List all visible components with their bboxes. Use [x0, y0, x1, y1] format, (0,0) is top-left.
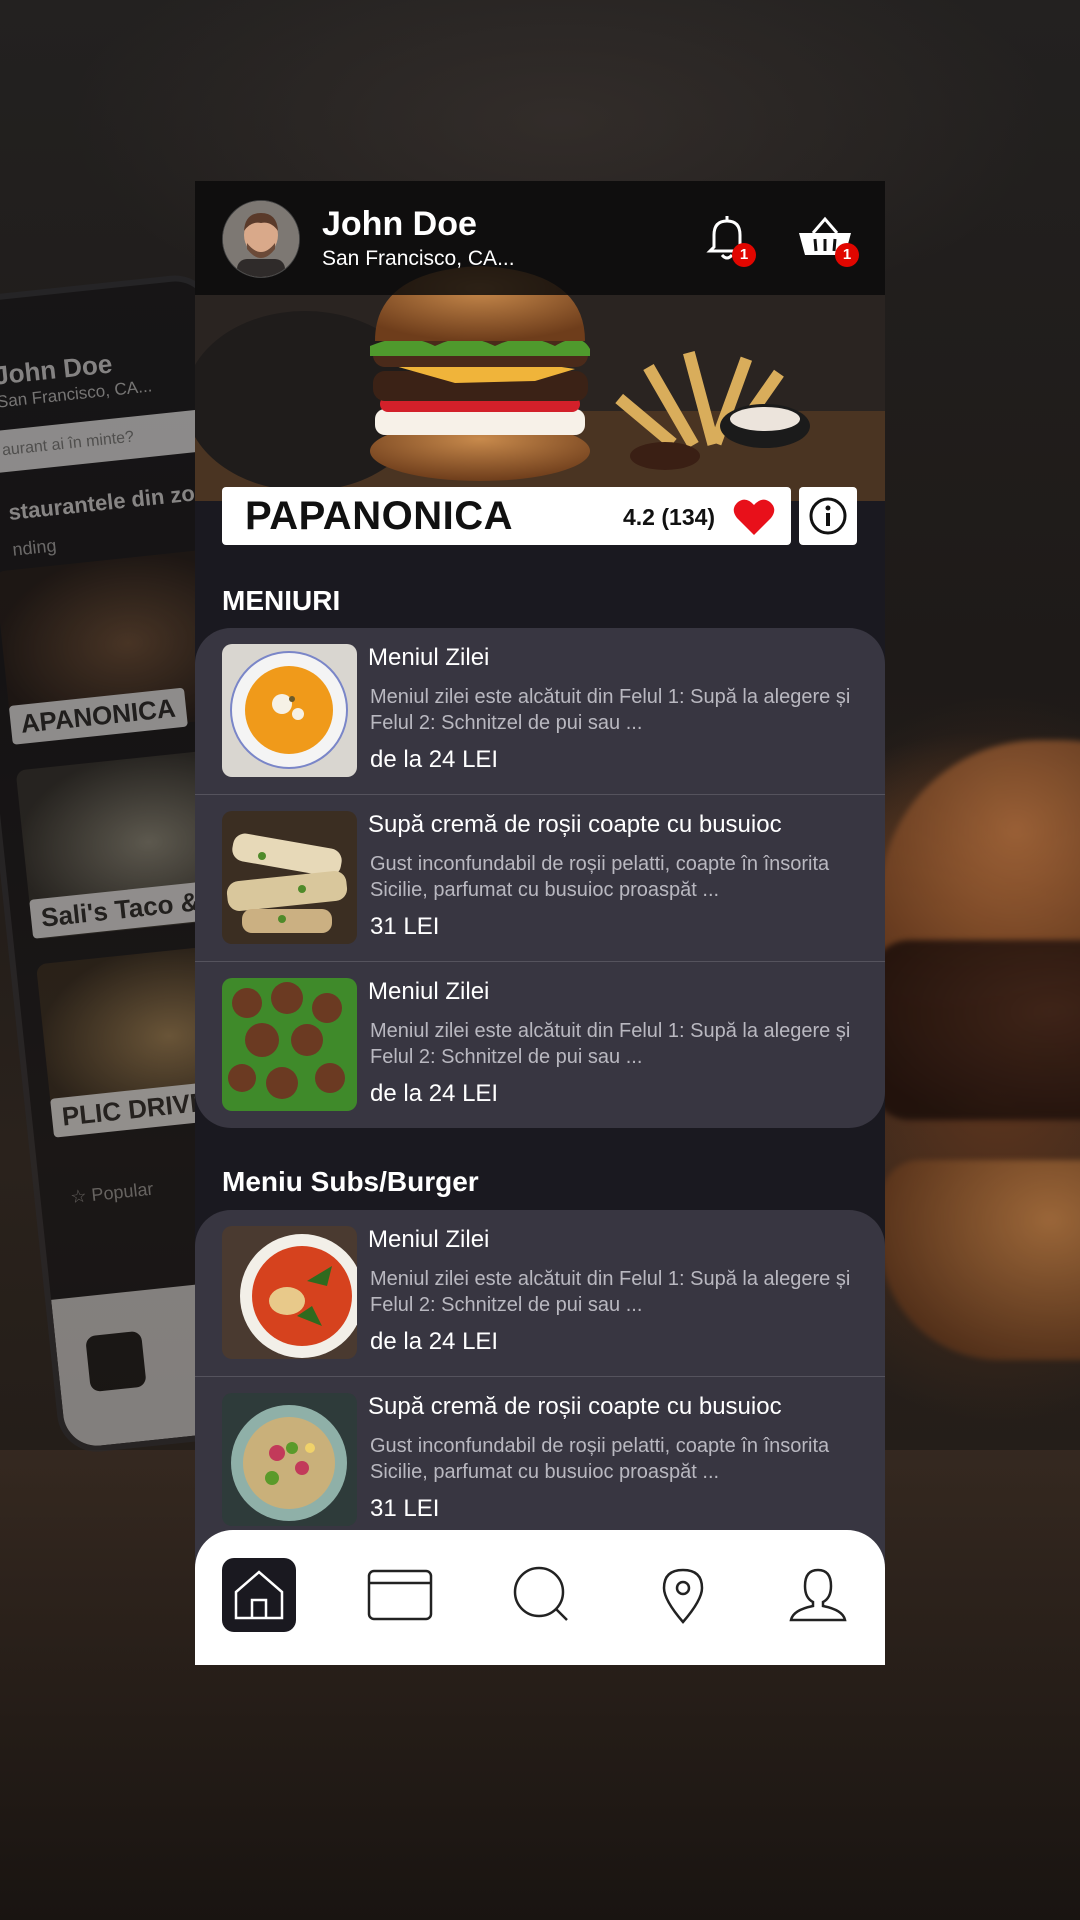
profile-icon — [789, 1568, 847, 1622]
menu-item-price: de la 24 LEI — [370, 746, 499, 773]
location-pin-icon — [662, 1568, 704, 1624]
menu-item-title: Supă cremă de roșii coapte cu busuioc — [368, 811, 782, 838]
menu-item-title: Meniul Zilei — [368, 644, 490, 671]
salad-bowl-image — [222, 1393, 357, 1526]
info-button[interactable] — [799, 487, 857, 545]
menu-item-description: Meniul zilei este alcătuit din Felul 1: … — [370, 1020, 851, 1068]
ghost-popular-label: Popular — [90, 1178, 155, 1206]
bottom-navigation — [195, 1530, 885, 1665]
menu-item-title: Supă cremă de roșii coapte cu busuioc — [368, 1393, 782, 1420]
menu-item[interactable]: Supă cremă de roșii coapte cu busuioc Gu… — [195, 1377, 885, 1544]
meatballs-image — [222, 978, 357, 1111]
nav-profile[interactable] — [781, 1558, 855, 1632]
menu-item[interactable]: Meniul Zilei Meniul zilei este alcătuit … — [195, 628, 885, 795]
menu-item-description: Meniul zilei este alcătuit din Felul 1: … — [370, 686, 851, 734]
top-header: John Doe San Francisco, CA... 1 1 — [195, 181, 885, 295]
menu-card: Meniul Zilei Meniul zilei este alcătuit … — [195, 628, 885, 1128]
menu-item-price: de la 24 LEI — [370, 1328, 499, 1355]
notification-badge: 1 — [732, 243, 756, 267]
salad-bowl-illustration — [222, 1393, 357, 1526]
meatballs-illustration — [222, 978, 357, 1111]
menu-item[interactable]: Meniul Zilei Meniul zilei este alcătuit … — [195, 1210, 885, 1377]
menu-item-title: Meniul Zilei — [368, 978, 490, 1005]
heart-icon — [733, 499, 775, 535]
menu-item[interactable]: Supă cremă de roșii coapte cu busuioc Gu… — [195, 795, 885, 962]
avatar[interactable] — [222, 200, 300, 278]
ghost-trending: nding — [11, 535, 58, 560]
user-location[interactable]: San Francisco, CA... — [322, 247, 515, 271]
section-title-subs-burger: Meniu Subs/Burger — [222, 1166, 479, 1197]
soup-bowl-illustration — [222, 644, 357, 777]
info-icon — [809, 497, 847, 535]
curry-bowl-illustration — [222, 1226, 357, 1359]
ghost-home-icon — [85, 1330, 147, 1393]
notifications-button[interactable]: 1 — [702, 211, 756, 267]
menu-item-title: Meniul Zilei — [368, 1226, 490, 1253]
section-title-meniuri: MENIURI — [222, 585, 341, 616]
user-name: John Doe — [322, 205, 477, 243]
ghost-popular: ☆ Popular — [69, 1178, 155, 1208]
favorite-button[interactable] — [732, 497, 776, 542]
background-burger-patty — [870, 940, 1080, 1120]
menu-item-description: Gust inconfundabil de roșii pelatti, coa… — [370, 1435, 830, 1483]
restaurant-rating: 4.2 (134) — [623, 504, 716, 530]
restaurant-name: PAPANONICA — [245, 494, 513, 538]
home-icon — [234, 1570, 284, 1620]
soup-bowl-image — [222, 644, 357, 777]
grilled-rolls-illustration — [222, 811, 357, 944]
card-icon — [367, 1569, 433, 1621]
cart-button[interactable]: 1 — [795, 211, 859, 267]
cart-badge: 1 — [835, 243, 859, 267]
nav-search[interactable] — [505, 1558, 579, 1632]
menu-item-price: 31 LEI — [370, 1495, 440, 1522]
avatar-illustration — [223, 201, 299, 277]
menu-item-price: 31 LEI — [370, 913, 440, 940]
menu-item-price: de la 24 LEI — [370, 1080, 499, 1107]
menu-item[interactable]: Meniul Zilei Meniul zilei este alcătuit … — [195, 962, 885, 1129]
grilled-rolls-image — [222, 811, 357, 944]
phone-screen: John Doe San Francisco, CA... 1 1 PAPANO… — [195, 181, 885, 1665]
menu-item-description: Meniul zilei este alcătuit din Felul 1: … — [370, 1268, 851, 1316]
curry-bowl-image — [222, 1226, 357, 1359]
nav-location[interactable] — [646, 1558, 720, 1632]
restaurant-name-bar: PAPANONICA 4.2 (134) — [222, 487, 791, 545]
ghost-section-title: staurantele din zon — [7, 479, 210, 525]
search-icon — [513, 1566, 568, 1621]
nav-home[interactable] — [222, 1558, 296, 1632]
menu-item-description: Gust inconfundabil de roșii pelatti, coa… — [370, 853, 830, 901]
nav-card[interactable] — [363, 1558, 437, 1632]
